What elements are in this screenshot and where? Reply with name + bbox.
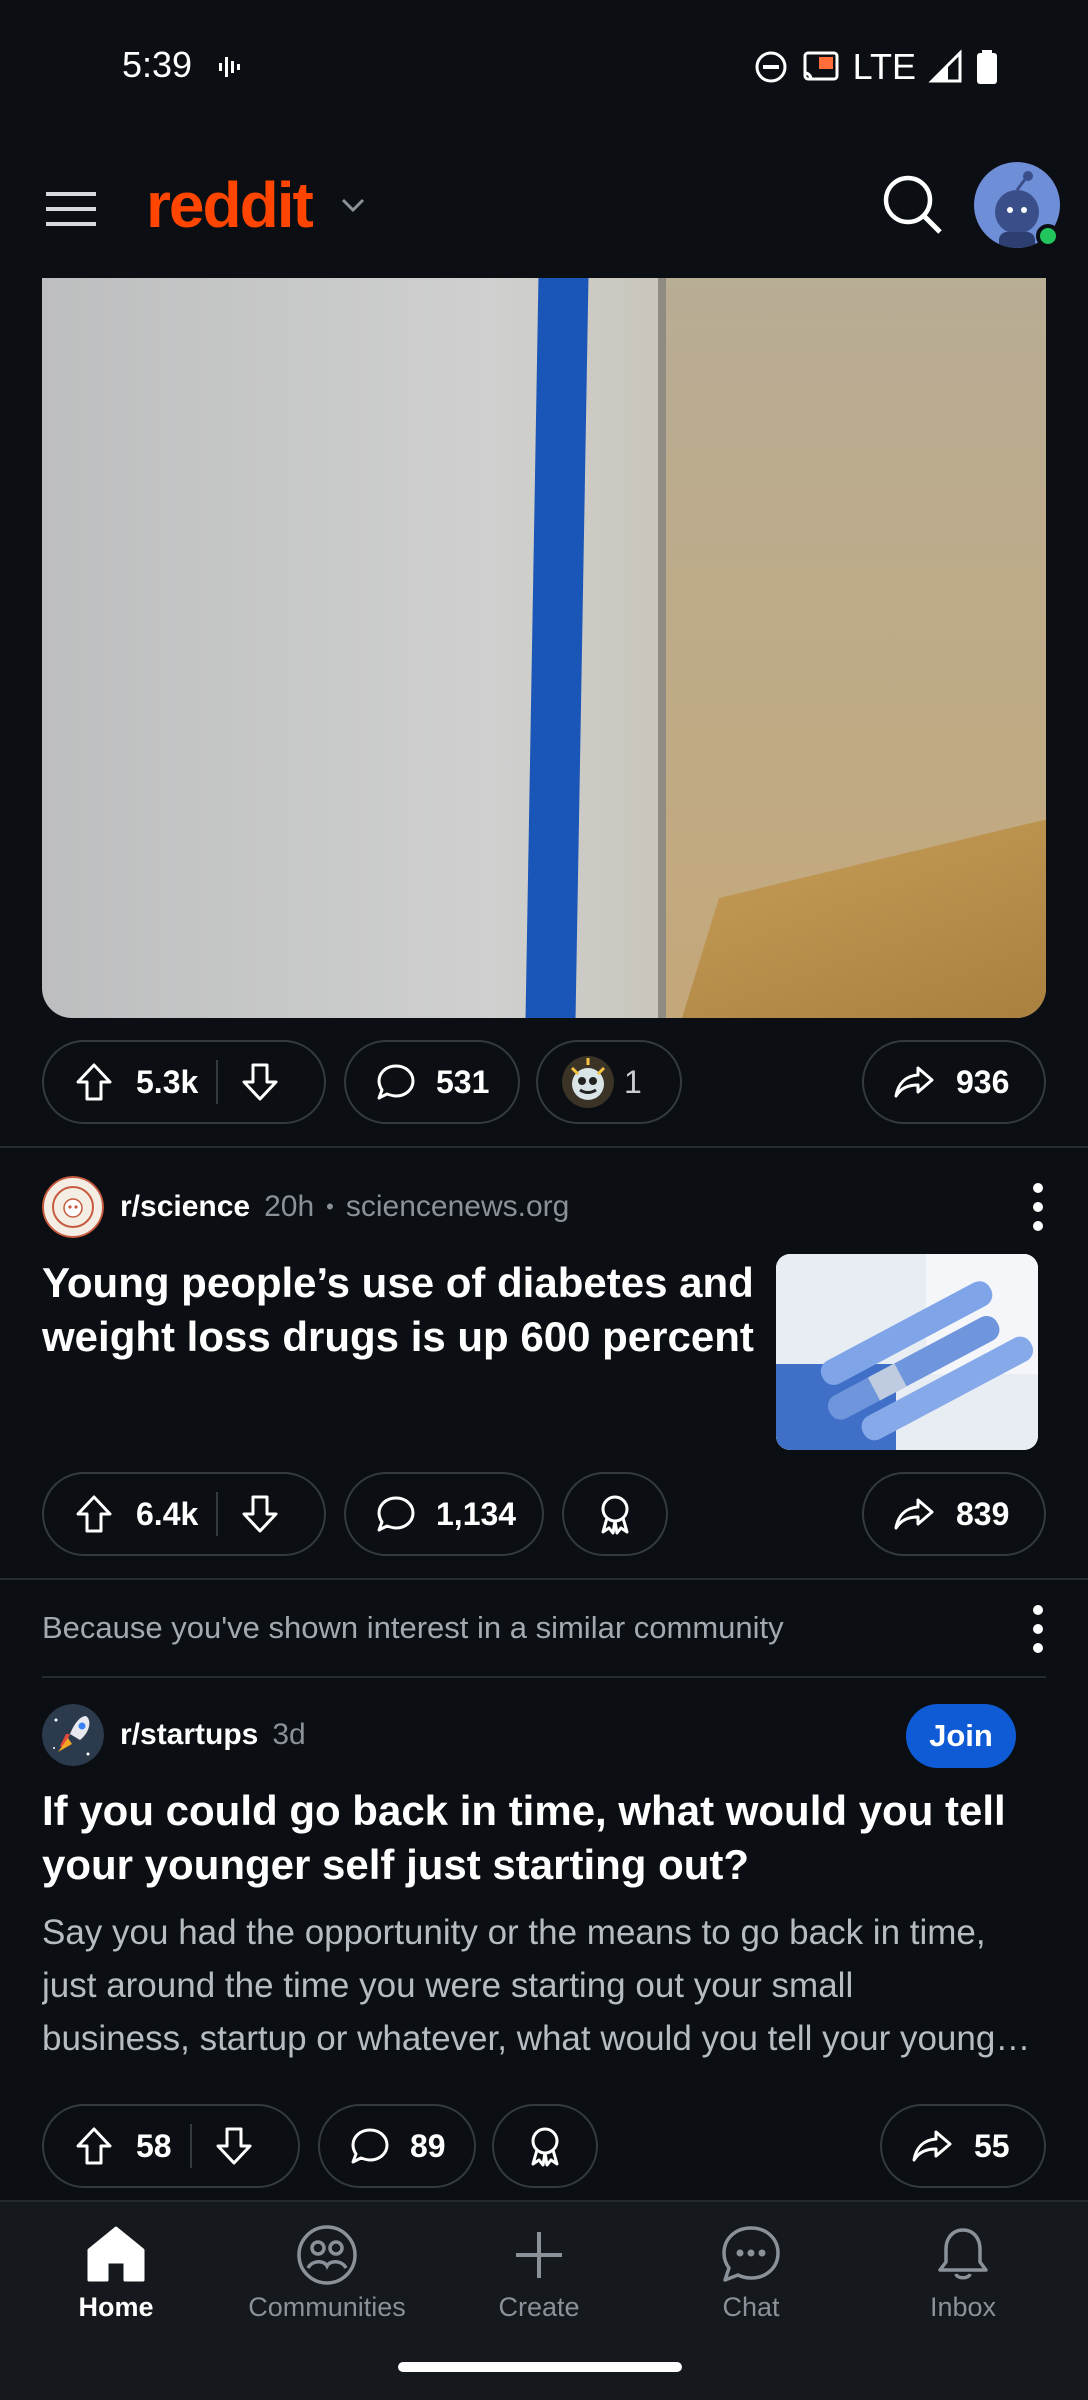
upvote-count: 5.3k: [136, 1063, 199, 1100]
chat-icon: [722, 2226, 780, 2282]
upvote-count: 58: [136, 2127, 172, 2164]
comments-button[interactable]: 89: [318, 2104, 476, 2188]
app-header: reddit: [0, 140, 1088, 278]
nav-inbox[interactable]: Inbox: [883, 2222, 1043, 2323]
menu-icon[interactable]: [46, 184, 96, 234]
share-button[interactable]: 839: [862, 1472, 1046, 1556]
comment-icon: [377, 1064, 415, 1100]
more-options-icon[interactable]: [1028, 1604, 1048, 1654]
online-status-dot: [1036, 224, 1060, 248]
post-thumbnail[interactable]: [776, 1254, 1038, 1450]
search-icon[interactable]: [880, 172, 946, 238]
post-title[interactable]: Young people’s use of diabetes and weigh…: [42, 1256, 754, 1364]
join-button[interactable]: Join: [906, 1704, 1016, 1768]
award-button[interactable]: [492, 2104, 598, 2188]
recommendation-reason: Because you've shown interest in a simil…: [42, 1610, 784, 1645]
voice-activity-icon: [219, 57, 240, 77]
share-button[interactable]: 55: [880, 2104, 1046, 2188]
cast-icon: [803, 51, 839, 81]
post-actions: 5.3k 531 1 936: [42, 1040, 1046, 1124]
subreddit-science-icon[interactable]: [42, 1176, 104, 1238]
nav-create[interactable]: Create: [459, 2222, 619, 2323]
vote-control: 5.3k: [42, 1040, 326, 1124]
meta-separator: •: [326, 1194, 334, 1219]
downvote-icon[interactable]: [212, 2124, 256, 2168]
share-button[interactable]: 936: [862, 1040, 1046, 1124]
bell-icon: [938, 2228, 988, 2280]
comment-count: 531: [436, 1063, 490, 1100]
share-count: 936: [956, 1063, 1010, 1100]
post-divider: [0, 1146, 1088, 1148]
vote-control: 6.4k: [42, 1472, 326, 1556]
subreddit-name[interactable]: r/science: [120, 1190, 250, 1224]
post-actions: 58 89 55: [42, 2104, 1046, 2188]
share-icon: [894, 1066, 934, 1098]
award-icon: [601, 1495, 629, 1535]
award-icon: [531, 2127, 559, 2167]
battery-icon: [977, 50, 997, 84]
status-bar: 5:39 LTE: [0, 0, 1088, 140]
comment-count: 1,134: [436, 1495, 517, 1532]
upvote-icon[interactable]: [72, 1492, 116, 1536]
post-age: 20h: [264, 1190, 315, 1223]
nav-home[interactable]: Home: [36, 2222, 196, 2323]
share-icon: [894, 1498, 934, 1530]
award-button[interactable]: [562, 1472, 668, 1556]
nav-communities[interactable]: Communities: [247, 2222, 407, 2323]
gesture-home-bar[interactable]: [398, 2362, 682, 2372]
post-body-preview[interactable]: Say you had the opportunity or the means…: [42, 1906, 1046, 2065]
communities-icon: [297, 2225, 357, 2285]
share-icon: [912, 2130, 952, 2162]
share-count: 55: [974, 2127, 1010, 2164]
subreddit-name[interactable]: r/startups: [120, 1718, 258, 1752]
post-meta: r/science 20h • sciencenews.org: [42, 1176, 569, 1238]
award-button[interactable]: 1: [536, 1040, 682, 1124]
do-not-disturb-icon: [755, 51, 787, 83]
reddit-logo[interactable]: reddit: [146, 168, 314, 242]
injection-pens-image: [776, 1254, 1038, 1450]
comment-icon: [351, 2128, 389, 2164]
comments-button[interactable]: 531: [344, 1040, 520, 1124]
network-type: LTE: [852, 46, 916, 87]
post-title[interactable]: If you could go back in time, what would…: [42, 1784, 1006, 1892]
award-count: 1: [624, 1063, 642, 1100]
chevron-down-icon[interactable]: [338, 190, 368, 220]
downvote-icon[interactable]: [238, 1060, 282, 1104]
comment-count: 89: [410, 2127, 446, 2164]
post-actions: 6.4k 1,134 839: [42, 1472, 1046, 1556]
status-time: 5:39: [122, 44, 193, 85]
section-divider: [42, 1676, 1046, 1678]
upvote-icon[interactable]: [72, 1060, 116, 1104]
signal-icon: [928, 49, 962, 83]
comment-icon: [377, 1496, 415, 1532]
home-icon: [87, 2226, 145, 2282]
plus-icon: [516, 2232, 562, 2278]
comments-button[interactable]: 1,134: [344, 1472, 544, 1556]
post-media-image[interactable]: [42, 278, 1046, 1018]
status-icons: LTE: [753, 46, 998, 88]
downvote-icon[interactable]: [238, 1492, 282, 1536]
post-age: 3d: [272, 1718, 306, 1751]
post-meta: r/startups 3d: [42, 1704, 306, 1766]
award-icon: [562, 1056, 614, 1108]
upvote-count: 6.4k: [136, 1495, 199, 1532]
nav-chat[interactable]: Chat: [671, 2222, 831, 2323]
post-domain[interactable]: sciencenews.org: [346, 1190, 569, 1224]
share-count: 839: [956, 1495, 1010, 1532]
vote-control: 58: [42, 2104, 300, 2188]
subreddit-startups-icon[interactable]: [42, 1704, 104, 1766]
more-options-icon[interactable]: [1028, 1182, 1048, 1232]
upvote-icon[interactable]: [72, 2124, 116, 2168]
post-divider: [0, 1578, 1088, 1580]
